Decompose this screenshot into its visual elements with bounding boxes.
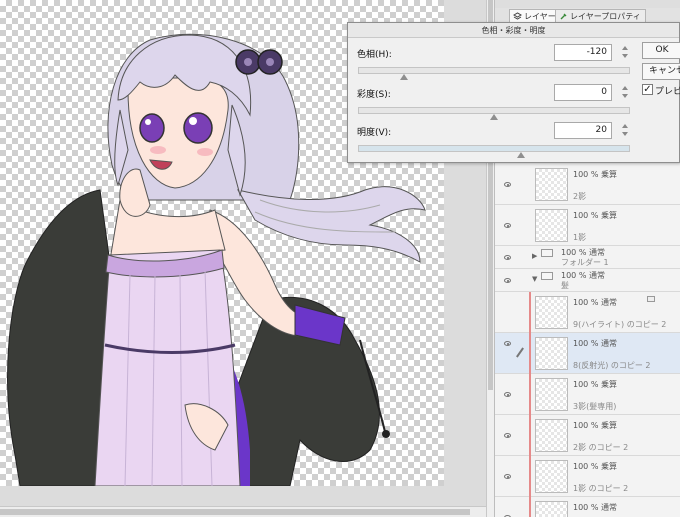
tab-label: レイヤープロパティ <box>570 12 641 21</box>
tab-label: レイヤー <box>524 12 556 21</box>
ok-button[interactable]: OK <box>642 42 680 59</box>
layer-folder[interactable]: ▶ 100 % 通常 フォルダー 1 <box>495 246 680 269</box>
hue-saturation-dialog: 色相・彩度・明度 色相(H): -120 彩度(S): 0 明度(V): 20 … <box>347 22 680 163</box>
clipping-indicator <box>529 333 531 374</box>
layer-mode: 100 % 通常 <box>573 298 617 307</box>
layer-item[interactable]: 100 % 通常 9(ハイライト) のコピー 2 <box>495 292 680 333</box>
folder-icon <box>541 249 553 257</box>
layer-item[interactable]: 100 % 乗算 1影 <box>495 205 680 246</box>
lock-icon[interactable] <box>647 296 655 302</box>
layer-item[interactable]: 100 % 乗算 1影 のコピー 2 <box>495 456 680 497</box>
clipping-indicator <box>529 497 531 517</box>
hue-slider-track[interactable] <box>358 67 630 74</box>
dialog-title[interactable]: 色相・彩度・明度 <box>348 23 679 38</box>
layer-thumbnail <box>535 296 568 329</box>
brush-icon <box>516 347 524 358</box>
eye-icon[interactable] <box>504 278 511 283</box>
layer-thumbnail <box>535 168 568 201</box>
layer-thumbnail <box>535 337 568 370</box>
cancel-button[interactable]: キャンセル <box>642 63 680 80</box>
brightness-slider-handle[interactable] <box>517 152 526 158</box>
layer-mode: 100 % 乗算 <box>573 170 617 179</box>
brightness-input[interactable]: 20 <box>554 122 612 139</box>
hue-slider-handle[interactable] <box>400 74 409 80</box>
layer-thumbnail <box>535 419 568 452</box>
layer-item[interactable]: 100 % 乗算 3影(髪専用) <box>495 374 680 415</box>
clipping-indicator <box>529 415 531 456</box>
panel-header-strip <box>495 0 680 8</box>
tab-layer-properties[interactable]: レイヤープロパティ <box>555 9 646 23</box>
clipping-indicator <box>529 292 531 333</box>
saturation-slider-handle[interactable] <box>490 114 498 120</box>
layer-name: 2影 <box>573 192 587 201</box>
eye-icon[interactable] <box>504 341 511 346</box>
hue-input[interactable]: -120 <box>554 44 612 61</box>
eye-icon[interactable] <box>504 182 511 187</box>
layer-thumbnail <box>535 501 568 517</box>
folder-icon <box>541 272 553 280</box>
layer-mode: 100 % 乗算 <box>573 380 617 389</box>
layer-name: 1影 <box>573 233 587 242</box>
brightness-spinner[interactable] <box>620 122 630 139</box>
eye-icon[interactable] <box>504 392 511 397</box>
layers-icon <box>513 12 522 20</box>
layer-item[interactable]: 100 % 乗算 2影 <box>495 164 680 205</box>
layer-list: 100 % 乗算 2影 100 % 乗算 1影 ▶ 100 % 通常 フォルダー… <box>495 164 680 517</box>
hue-label: 色相(H): <box>357 50 392 60</box>
layer-mode: 100 % 乗算 <box>573 462 617 471</box>
saturation-input[interactable]: 0 <box>554 84 612 101</box>
wrench-icon <box>560 13 567 20</box>
brightness-slider-track[interactable] <box>358 145 630 152</box>
layer-name: フォルダー 1 <box>561 258 609 267</box>
layer-mode: 100 % 乗算 <box>573 211 617 220</box>
layer-name: 3影(髪専用) <box>573 402 617 411</box>
layer-mode: 100 % 通常 <box>573 503 617 512</box>
saturation-spinner[interactable] <box>620 84 630 101</box>
saturation-slider-track[interactable] <box>358 107 630 114</box>
canvas-horizontal-scrollbar[interactable] <box>0 506 486 517</box>
eye-icon[interactable] <box>504 433 511 438</box>
hue-spinner[interactable] <box>620 44 630 61</box>
layer-name: 2影 のコピー 2 <box>573 443 629 452</box>
clipping-indicator <box>529 374 531 415</box>
horizontal-scroll-thumb[interactable] <box>0 509 470 515</box>
layer-folder[interactable]: ▼ 100 % 通常 髪 <box>495 269 680 292</box>
layer-name: 9(ハイライト) のコピー 2 <box>573 320 667 329</box>
clipping-indicator <box>529 456 531 497</box>
layer-thumbnail <box>535 378 568 411</box>
saturation-label: 彩度(S): <box>357 90 391 100</box>
layer-item[interactable]: 100 % 乗算 2影 のコピー 2 <box>495 415 680 456</box>
layer-thumbnail <box>535 209 568 242</box>
layer-mode: 100 % 通常 <box>573 339 617 348</box>
preview-label: プレビュー <box>655 87 680 97</box>
preview-checkbox[interactable]: ✓ <box>642 84 653 95</box>
layer-thumbnail <box>535 460 568 493</box>
eye-icon[interactable] <box>504 255 511 260</box>
layer-name: 髪 <box>561 281 569 290</box>
tab-layers[interactable]: レイヤー <box>509 9 561 23</box>
brightness-label: 明度(V): <box>357 128 392 138</box>
layer-item-selected[interactable]: 100 % 通常 8(反射光) のコピー 2 <box>495 333 680 374</box>
chevron-down-icon[interactable]: ▼ <box>532 275 537 283</box>
layer-item[interactable]: 100 % 通常 <box>495 497 680 517</box>
layer-name: 8(反射光) のコピー 2 <box>573 361 651 370</box>
eye-icon[interactable] <box>504 474 511 479</box>
app-window: レイヤー レイヤープロパティ 100 % 乗算 2影 100 % 乗算 1影 ▶… <box>0 0 680 517</box>
chevron-right-icon[interactable]: ▶ <box>532 252 537 260</box>
layer-mode: 100 % 乗算 <box>573 421 617 430</box>
eye-icon[interactable] <box>504 223 511 228</box>
layer-name: 1影 のコピー 2 <box>573 484 629 493</box>
